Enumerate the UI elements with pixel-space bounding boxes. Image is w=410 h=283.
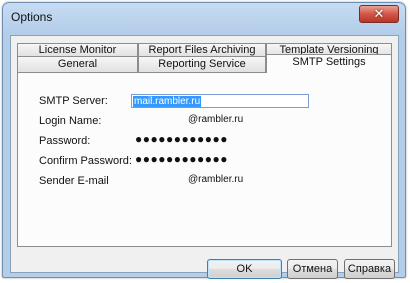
tab-general[interactable]: General <box>17 56 138 72</box>
login-name-label: Login Name: <box>39 115 102 127</box>
window-title: Options <box>11 10 53 24</box>
login-name-value: @rambler.ru <box>188 114 244 125</box>
tab-report-files-archiving[interactable]: Report Files Archiving <box>138 43 266 56</box>
tab-license-monitor[interactable]: License Monitor <box>17 43 138 56</box>
confirm-password-value: ●●●●●●●●●●●● <box>135 152 228 166</box>
close-button[interactable]: ✕ <box>359 5 399 23</box>
smtp-server-label: SMTP Server: <box>39 95 108 107</box>
ok-button[interactable]: OK <box>207 259 282 279</box>
smtp-server-input[interactable]: mail.rambler.ru <box>131 94 309 108</box>
smtp-settings-panel: SMTP Server: mail.rambler.ru Login Name:… <box>17 72 392 247</box>
smtp-server-value: mail.rambler.ru <box>133 96 202 107</box>
dialog-client-area: License Monitor Report Files Archiving T… <box>10 35 399 279</box>
password-input[interactable]: ●●●●●●●●●●●● <box>131 132 309 148</box>
sender-email-input[interactable]: @rambler.ru <box>131 174 309 188</box>
close-icon: ✕ <box>373 6 385 22</box>
tab-reporting-service[interactable]: Reporting Service <box>138 56 266 72</box>
options-dialog: Options ✕ License Monitor Report Files A… <box>2 2 406 279</box>
password-label: Password: <box>39 135 91 147</box>
confirm-password-input[interactable]: ●●●●●●●●●●●● <box>131 152 309 168</box>
tab-smtp-settings[interactable]: SMTP Settings <box>266 54 392 73</box>
cancel-button[interactable]: Отмена <box>287 259 338 279</box>
sender-email-value: @rambler.ru <box>188 174 244 185</box>
confirm-password-label: Confirm Password: <box>39 155 132 167</box>
help-button[interactable]: Справка <box>344 259 395 279</box>
password-value: ●●●●●●●●●●●● <box>135 132 228 146</box>
sender-email-label: Sender E-mail <box>39 175 109 187</box>
login-name-input[interactable]: @rambler.ru <box>131 114 309 128</box>
